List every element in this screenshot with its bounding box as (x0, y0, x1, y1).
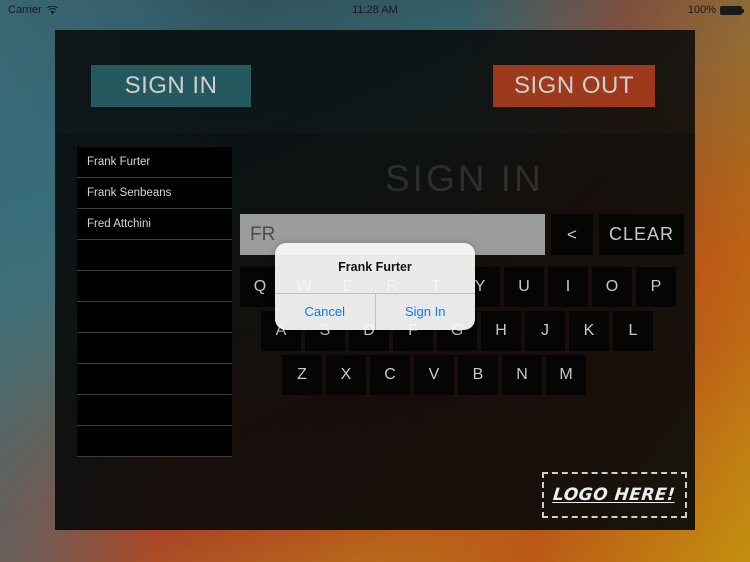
name-list[interactable]: Frank Furter Frank Senbeans Fred Attchini (77, 147, 232, 457)
list-item[interactable]: Fred Attchini (77, 209, 232, 240)
sign-out-tab-button[interactable]: SIGN OUT (493, 65, 655, 107)
clear-key[interactable]: CLEAR (599, 214, 684, 255)
key-n[interactable]: N (502, 355, 542, 395)
key-q[interactable]: Q (240, 267, 280, 307)
key-h[interactable]: H (481, 311, 521, 351)
key-u[interactable]: U (504, 267, 544, 307)
list-item[interactable] (77, 240, 232, 271)
page-title: SIGN IN (385, 158, 544, 199)
list-item[interactable]: Frank Senbeans (77, 178, 232, 209)
list-item[interactable] (77, 364, 232, 395)
battery-percent-label: 100% (687, 4, 716, 16)
sign-in-confirm-dialog: Frank Furter Cancel Sign In (275, 243, 475, 330)
header-bar: SIGN IN SIGN OUT (55, 30, 695, 134)
key-o[interactable]: O (592, 267, 632, 307)
key-z[interactable]: Z (282, 355, 322, 395)
list-item[interactable] (77, 271, 232, 302)
dialog-buttons: Cancel Sign In (275, 293, 475, 330)
footer-bar: LOGO HERE! (55, 460, 695, 530)
status-bar: Carrier 11:28 AM 100% (0, 0, 750, 20)
key-i[interactable]: I (548, 267, 588, 307)
list-item[interactable] (77, 395, 232, 426)
list-item[interactable] (77, 333, 232, 364)
list-item[interactable] (77, 426, 232, 457)
key-k[interactable]: K (569, 311, 609, 351)
logo-placeholder: LOGO HERE! (542, 472, 687, 518)
battery-full-icon (720, 5, 744, 15)
key-m[interactable]: M (546, 355, 586, 395)
key-j[interactable]: J (525, 311, 565, 351)
key-l[interactable]: L (613, 311, 653, 351)
sign-in-button[interactable]: Sign In (374, 294, 476, 330)
key-c[interactable]: C (370, 355, 410, 395)
key-p[interactable]: P (636, 267, 676, 307)
key-b[interactable]: B (458, 355, 498, 395)
key-v[interactable]: V (414, 355, 454, 395)
status-bar-right: 100% (687, 4, 744, 16)
list-item[interactable] (77, 302, 232, 333)
keyboard-row-3: ZXCVBNM (240, 355, 685, 395)
key-x[interactable]: X (326, 355, 366, 395)
backspace-key[interactable]: < (551, 214, 593, 255)
status-bar-time: 11:28 AM (352, 4, 398, 16)
cancel-button[interactable]: Cancel (275, 294, 375, 330)
logo-placeholder-text: LOGO HERE! (552, 485, 677, 505)
dialog-title: Frank Furter (338, 260, 412, 274)
sign-in-tab-button[interactable]: SIGN IN (91, 65, 251, 107)
list-item[interactable]: Frank Furter (77, 147, 232, 178)
